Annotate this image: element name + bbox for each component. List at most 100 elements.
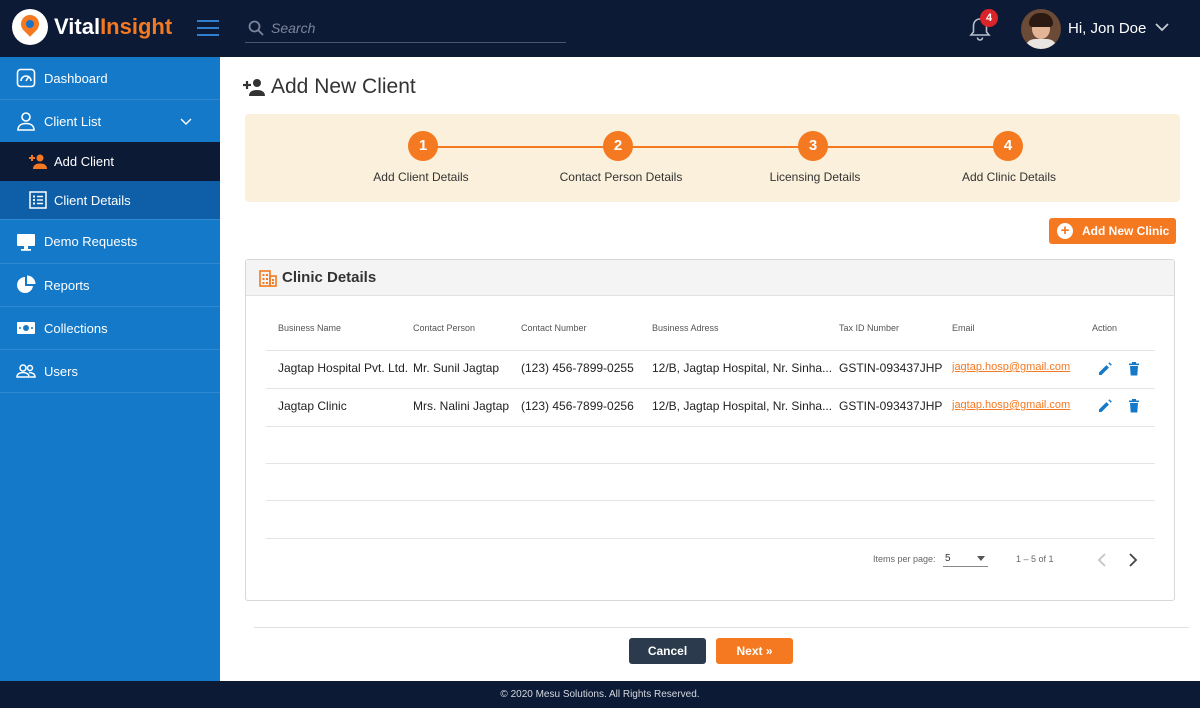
sidebar-item-label: Collections — [44, 320, 108, 336]
plus-icon: + — [1057, 223, 1073, 239]
sidebar-item-label: Demo Requests — [44, 234, 138, 249]
person-icon — [17, 112, 35, 131]
step-connector — [813, 146, 1008, 148]
cell-tax-id: GSTIN-093437JHP — [839, 399, 943, 413]
people-icon — [16, 364, 36, 378]
delete-icon[interactable] — [1127, 362, 1141, 376]
cell-business-address: 12/B, Jagtap Hospital, Nr. Sinha... — [652, 399, 833, 413]
cell-contact-person: Mr. Sunil Jagtap — [413, 361, 500, 375]
sidebar-item-label: Client List — [44, 113, 102, 129]
add-new-clinic-label: Add New Clinic — [1082, 224, 1170, 238]
stepper: 1 Add Client Details 2 Contact Person De… — [245, 114, 1180, 202]
step-label: Add Client Details — [373, 170, 469, 184]
cell-contact-number: (123) 456-7899-0256 — [521, 399, 634, 413]
card-header: Clinic Details — [246, 260, 1174, 296]
row-divider — [266, 538, 1155, 539]
step-connector — [423, 146, 618, 148]
chevron-down-icon[interactable] — [1155, 22, 1169, 32]
pie-chart-icon — [17, 275, 36, 293]
sidebar-item-client-list[interactable]: Client List — [0, 100, 220, 143]
cell-email-link[interactable]: jagtap.hosp@gmail.com — [952, 399, 1070, 411]
step-label: Contact Person Details — [559, 170, 683, 184]
column-header[interactable]: Email — [952, 323, 975, 333]
next-button[interactable]: Next » — [716, 638, 793, 664]
page-size-value: 5 — [945, 553, 951, 564]
card-title: Clinic Details — [282, 269, 377, 286]
search-icon — [248, 20, 264, 36]
row-divider — [266, 426, 1155, 427]
add-person-icon — [29, 154, 47, 169]
row-divider — [266, 500, 1155, 501]
page-title: Add New Client — [271, 75, 416, 98]
cell-business-address: 12/B, Jagtap Hospital, Nr. Sinha... — [652, 361, 833, 375]
page-range: 1 – 5 of 1 — [1016, 554, 1054, 564]
step-number[interactable]: 1 — [408, 131, 438, 161]
footer: © 2020 Mesu Solutions. All Rights Reserv… — [0, 681, 1200, 708]
sidebar-item-label: Add Client — [54, 154, 114, 169]
top-bar: VitalInsight 4 Hi, Jon Doe — [0, 0, 1200, 57]
step-label: Licensing Details — [769, 170, 861, 184]
step-label: Add Clinic Details — [961, 170, 1057, 184]
avatar[interactable] — [1021, 9, 1061, 49]
delete-icon[interactable] — [1127, 399, 1141, 413]
sidebar-item-users[interactable]: Users — [0, 350, 220, 393]
cell-business-name: Jagtap Clinic — [278, 399, 347, 413]
sidebar-item-client-details[interactable]: Client Details — [0, 181, 220, 220]
cancel-button[interactable]: Cancel — [629, 638, 706, 664]
cell-email-link[interactable]: jagtap.hosp@gmail.com — [952, 361, 1070, 373]
menu-icon[interactable] — [197, 20, 219, 36]
chevron-right-icon[interactable] — [1128, 553, 1138, 567]
notification-badge: 4 — [980, 9, 998, 27]
divider — [254, 627, 1189, 628]
column-header[interactable]: Contact Number — [521, 323, 587, 333]
cell-contact-person: Mrs. Nalini Jagtap — [413, 399, 510, 413]
sidebar-item-dashboard[interactable]: Dashboard — [0, 57, 220, 100]
sidebar-item-add-client[interactable]: Add Client — [0, 142, 220, 181]
add-person-icon — [243, 79, 265, 96]
sidebar-item-label: Users — [44, 363, 78, 379]
sidebar-item-label: Client Details — [54, 192, 131, 208]
items-per-page-label: Items per page: — [873, 554, 936, 564]
sidebar-item-collections[interactable]: Collections — [0, 307, 220, 350]
cell-contact-number: (123) 456-7899-0255 — [521, 361, 634, 375]
chevron-left-icon[interactable] — [1097, 553, 1107, 567]
row-divider — [266, 463, 1155, 464]
building-icon — [259, 270, 277, 287]
search-input[interactable] — [271, 20, 551, 36]
sidebar-item-label: Dashboard — [44, 70, 108, 86]
column-header[interactable]: Business Name — [278, 323, 341, 333]
sidebar-item-demo-requests[interactable]: Demo Requests — [0, 220, 220, 264]
column-header[interactable]: Contact Person — [413, 323, 475, 333]
column-header[interactable]: Tax ID Number — [839, 323, 899, 333]
caret-down-icon — [977, 556, 985, 561]
page-header: Add New Client — [243, 75, 416, 99]
sidebar-item-label: Reports — [44, 277, 90, 293]
step-number[interactable]: 3 — [798, 131, 828, 161]
cell-tax-id: GSTIN-093437JHP — [839, 361, 943, 375]
sidebar-item-reports[interactable]: Reports — [0, 264, 220, 307]
search-bar[interactable] — [245, 14, 566, 43]
sidebar: Dashboard Client List Add Client Client … — [0, 57, 220, 681]
user-greeting[interactable]: Hi, Jon Doe — [1068, 20, 1146, 37]
logo-icon — [12, 9, 48, 45]
cell-business-name: Jagtap Hospital Pvt. Ltd. — [278, 361, 409, 375]
speedometer-icon — [16, 68, 36, 88]
step-number[interactable]: 4 — [993, 131, 1023, 161]
monitor-icon — [17, 234, 35, 251]
column-header[interactable]: Business Adress — [652, 323, 719, 333]
copyright-text: © 2020 Mesu Solutions. All Rights Reserv… — [500, 689, 700, 700]
step-number[interactable]: 2 — [603, 131, 633, 161]
list-icon — [29, 191, 47, 209]
column-header: Action — [1092, 323, 1118, 333]
row-divider — [266, 388, 1155, 389]
money-icon — [17, 322, 35, 334]
brand-name: VitalInsight — [54, 14, 173, 39]
page-size-select[interactable]: 5 — [943, 551, 988, 567]
edit-icon[interactable] — [1098, 362, 1112, 376]
logo[interactable]: VitalInsight — [12, 9, 172, 45]
edit-icon[interactable] — [1098, 399, 1112, 413]
row-divider — [266, 350, 1155, 351]
chevron-down-icon — [180, 118, 192, 125]
step-connector — [618, 146, 813, 148]
add-new-clinic-button[interactable]: + Add New Clinic — [1049, 218, 1176, 244]
